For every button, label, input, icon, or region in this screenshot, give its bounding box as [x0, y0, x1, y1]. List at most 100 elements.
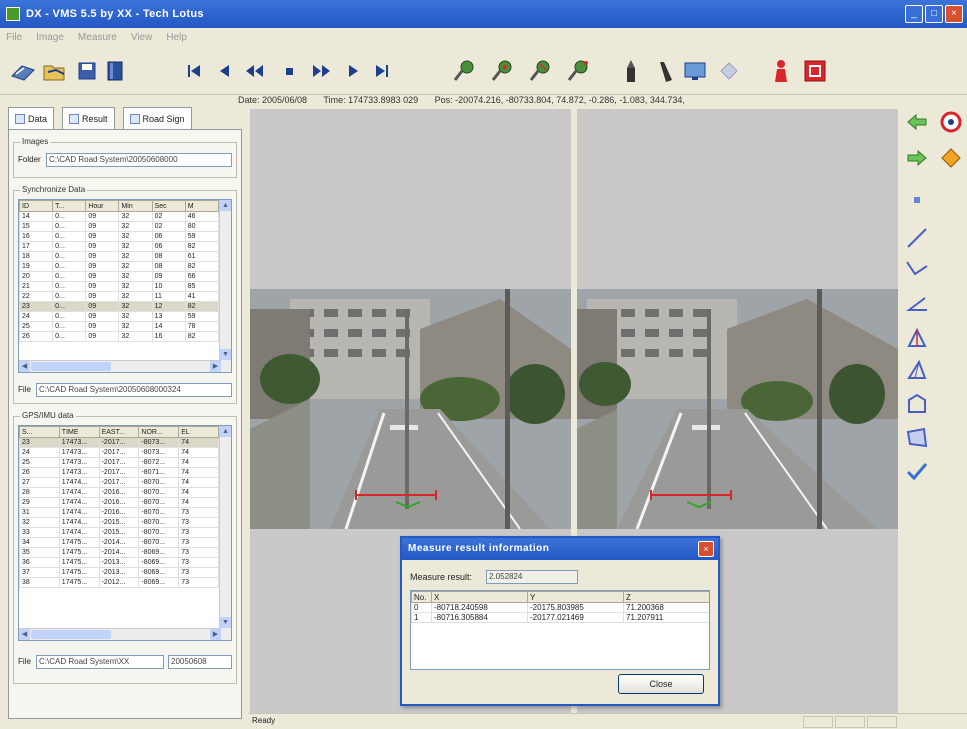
person-icon[interactable]: [766, 57, 796, 85]
table-row[interactable]: 22 0... 09 32 11 41: [19, 291, 220, 302]
table-row[interactable]: 1 -80716.305884 -20177.021469 71.207911: [411, 612, 709, 623]
first-icon[interactable]: [180, 57, 210, 85]
sync-file-field[interactable]: C:\CAD Road System\20050608000324: [36, 383, 232, 397]
scroll-thumb[interactable]: [31, 362, 111, 371]
polyline-icon[interactable]: [904, 257, 930, 283]
table-row[interactable]: 23 0... 09 32 12 82: [19, 301, 220, 312]
table-row[interactable]: 24 0... 09 32 13 59: [19, 311, 220, 322]
gps-vertical-scrollbar[interactable]: ▲ ▼: [219, 426, 231, 640]
close-window-button[interactable]: ×: [945, 5, 963, 23]
area-icon[interactable]: [904, 425, 930, 451]
gps-file-field-2[interactable]: 20050608: [168, 655, 232, 669]
line-icon[interactable]: [904, 225, 930, 251]
scroll-down-icon[interactable]: ▼: [220, 617, 231, 628]
column-header[interactable]: S...: [19, 426, 60, 438]
sync-vertical-scrollbar[interactable]: ▲ ▼: [219, 200, 231, 372]
menu-measure[interactable]: Measure: [78, 32, 117, 43]
diamond-icon[interactable]: [714, 57, 744, 85]
menu-image[interactable]: Image: [36, 32, 64, 43]
column-header[interactable]: TIME: [58, 426, 100, 438]
prev-icon[interactable]: [210, 57, 240, 85]
scroll-right-icon[interactable]: ▶: [210, 629, 221, 640]
folder-field[interactable]: C:\CAD Road System\20050608000: [46, 153, 232, 167]
scroll-up-icon[interactable]: ▲: [220, 426, 231, 437]
table-row[interactable]: 28 17474... -2016... -8070... 74: [19, 487, 219, 498]
column-header[interactable]: Hour: [85, 200, 120, 212]
exit-icon[interactable]: [800, 57, 830, 85]
point-icon[interactable]: [904, 187, 930, 213]
arrow-right-icon[interactable]: [904, 145, 930, 171]
column-header[interactable]: X: [431, 591, 528, 603]
table-row[interactable]: 25 0... 09 32 14 78: [19, 321, 220, 332]
angle-icon[interactable]: [904, 291, 930, 317]
table-row[interactable]: 24 17473... -2017... -8073... 74: [19, 447, 219, 458]
measure-points-table[interactable]: No. X Y Z 0 -80718.240598 -20175.803985 71.200…: [410, 590, 710, 670]
tab-result[interactable]: Result: [62, 107, 115, 129]
table-row[interactable]: 37 17475... -2013... -8069... 73: [19, 567, 219, 578]
table-row[interactable]: 32 17474... -2015... -8070... 73: [19, 517, 219, 528]
menu-view[interactable]: View: [131, 32, 153, 43]
table-row[interactable]: 26 17473... -2017... -8071... 74: [19, 467, 219, 478]
table-row[interactable]: 20 0... 09 32 09 66: [19, 271, 220, 282]
last-icon[interactable]: [366, 57, 396, 85]
scroll-down-icon[interactable]: ▼: [220, 349, 231, 360]
table-row[interactable]: 35 17475... -2014... -8069... 73: [19, 547, 219, 558]
gps-horizontal-scrollbar[interactable]: ◀ ▶: [19, 628, 221, 640]
column-header[interactable]: Min: [118, 200, 153, 212]
triangle-icon[interactable]: [904, 357, 930, 383]
minimize-button[interactable]: _: [905, 5, 923, 23]
column-header[interactable]: Y: [527, 591, 624, 603]
polygon-icon[interactable]: [904, 391, 930, 417]
table-row[interactable]: 19 0... 09 32 08 82: [19, 261, 220, 272]
column-header[interactable]: NOR...: [138, 426, 180, 438]
tab-road-sign[interactable]: Road Sign: [122, 107, 192, 129]
column-header[interactable]: M: [184, 200, 220, 212]
table-row[interactable]: 15 0... 09 32 02 80: [19, 221, 220, 232]
column-header[interactable]: EAST...: [98, 426, 140, 438]
column-header[interactable]: ID: [19, 200, 54, 212]
scroll-thumb[interactable]: [31, 630, 111, 639]
table-row[interactable]: 23 17473... -2017... -8073... 74: [19, 437, 219, 448]
target-icon[interactable]: [938, 109, 964, 135]
column-header[interactable]: Sec: [151, 200, 186, 212]
column-header[interactable]: T...: [52, 200, 87, 212]
check-icon[interactable]: [904, 459, 930, 485]
menu-file[interactable]: File: [6, 32, 22, 43]
open-road-icon[interactable]: [8, 57, 38, 85]
close-button[interactable]: Close: [618, 674, 704, 694]
arrow-left-icon[interactable]: [904, 109, 930, 135]
maximize-button[interactable]: □: [925, 5, 943, 23]
sync-horizontal-scrollbar[interactable]: ◀ ▶: [19, 360, 221, 372]
table-row[interactable]: 34 17475... -2014... -8070... 73: [19, 537, 219, 548]
table-row[interactable]: 14 0... 09 32 02 46: [19, 211, 220, 222]
height-icon[interactable]: [904, 325, 930, 351]
table-row[interactable]: 26 0... 09 32 16 82: [19, 331, 220, 342]
pin-4-icon[interactable]: [564, 57, 594, 85]
table-row[interactable]: 36 17475... -2013... -8069... 73: [19, 557, 219, 568]
synchronize-data-table[interactable]: ID T... Hour Min Sec M 14 0... 09 32 02 46 15 0... 09…: [18, 199, 232, 373]
pin-2-icon[interactable]: [488, 57, 518, 85]
table-row[interactable]: 38 17475... -2012... -8069... 73: [19, 577, 219, 588]
tab-data[interactable]: Data: [8, 107, 55, 129]
fast-forward-icon[interactable]: [306, 57, 336, 85]
tool-a-icon[interactable]: [616, 57, 646, 85]
left-camera-image[interactable]: [250, 289, 571, 529]
save-icon[interactable]: [72, 57, 102, 85]
stop-icon[interactable]: [274, 57, 304, 85]
rewind-icon[interactable]: [240, 57, 270, 85]
scroll-up-icon[interactable]: ▲: [220, 200, 231, 211]
tool-b-icon[interactable]: [650, 57, 680, 85]
table-row[interactable]: 29 17474... -2016... -8070... 74: [19, 497, 219, 508]
table-row[interactable]: 31 17474... -2016... -8070... 73: [19, 507, 219, 518]
column-header[interactable]: No.: [411, 591, 432, 603]
book-icon[interactable]: [100, 57, 130, 85]
scroll-left-icon[interactable]: ◀: [19, 629, 30, 640]
table-row[interactable]: 0 -80718.240598 -20175.803985 71.200368: [411, 602, 709, 613]
next-icon[interactable]: [338, 57, 368, 85]
display-icon[interactable]: [680, 57, 710, 85]
gps-file-field[interactable]: C:\CAD Road System\XX: [36, 655, 164, 669]
column-header[interactable]: EL: [178, 426, 219, 438]
open-folder-icon[interactable]: [40, 57, 70, 85]
menu-help[interactable]: Help: [166, 32, 187, 43]
warning-sign-icon[interactable]: [938, 145, 964, 171]
